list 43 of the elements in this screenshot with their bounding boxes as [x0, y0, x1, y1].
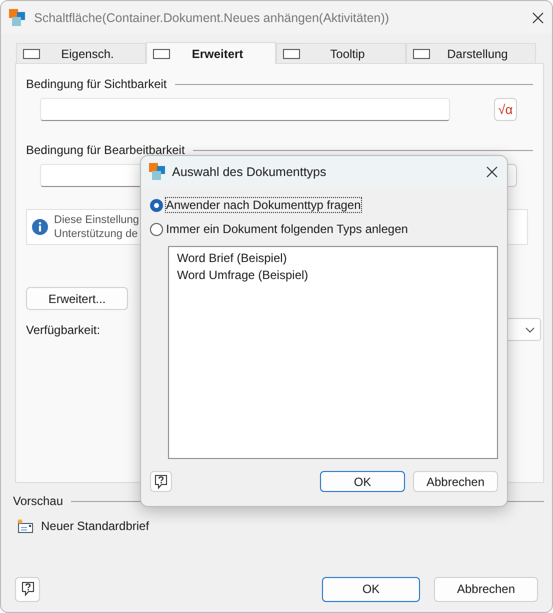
- group-heading: Vorschau: [13, 494, 64, 508]
- close-icon: [532, 12, 544, 24]
- help-button[interactable]: [150, 471, 172, 492]
- formula-button[interactable]: √α: [494, 98, 517, 121]
- condition-field[interactable]: [40, 98, 450, 121]
- app-icon: [149, 163, 166, 180]
- close-icon: [486, 166, 498, 178]
- help-icon: [153, 474, 169, 490]
- advanced-button[interactable]: Erweitert...: [26, 287, 128, 310]
- help-icon: [20, 581, 36, 597]
- cancel-button[interactable]: Abbrechen: [413, 471, 498, 492]
- radio-label[interactable]: Anwender nach Dokumenttyp fragen: [166, 198, 361, 212]
- tab[interactable]: Erweitert: [146, 42, 276, 64]
- rectangle-icon: [283, 48, 300, 58]
- group-heading: Bedingung für Bearbeitbarkeit: [26, 143, 185, 157]
- info-text: Diese Einstellung Unterstützung de: [54, 213, 139, 241]
- ok-button[interactable]: OK: [322, 576, 420, 602]
- ok-button[interactable]: OK: [320, 471, 405, 492]
- tab[interactable]: Darstellung: [406, 43, 536, 63]
- list-item[interactable]: Word Umfrage (Beispiel): [177, 267, 497, 284]
- radio-label[interactable]: Immer ein Dokument folgenden Typs anlegen: [166, 222, 408, 236]
- rectangle-icon: [23, 48, 40, 58]
- window-title: Schaltfläche(Container.Dokument.Neues anhängen(Aktivitäten)): [34, 10, 390, 24]
- rectangle-icon: [153, 48, 170, 58]
- radio-button[interactable]: [150, 198, 163, 212]
- tab[interactable]: Tooltip: [276, 43, 406, 63]
- document-type-list[interactable]: Word Brief (Beispiel) Word Umfrage (Beispiel): [168, 246, 498, 459]
- close-button[interactable]: [532, 12, 544, 24]
- list-item[interactable]: Word Brief (Beispiel): [177, 250, 497, 267]
- help-button[interactable]: [15, 576, 40, 602]
- radio-button[interactable]: [150, 222, 163, 236]
- info-icon: [32, 219, 48, 235]
- rectangle-icon: [413, 48, 430, 58]
- preview-item: Neuer Standardbrief: [41, 519, 150, 533]
- tab[interactable]: Eigensch.: [16, 43, 146, 63]
- group-heading: Bedingung für Sichtbarkeit: [26, 77, 167, 91]
- chevron-down-icon: [525, 326, 535, 332]
- close-button[interactable]: [486, 166, 498, 178]
- app-icon: [9, 9, 26, 26]
- availability-label: Verfügbarkeit:: [26, 322, 100, 336]
- letter-icon: [17, 519, 33, 533]
- dialog-title: Auswahl des Dokumenttyps: [172, 164, 328, 178]
- cancel-button[interactable]: Abbrechen: [434, 576, 538, 602]
